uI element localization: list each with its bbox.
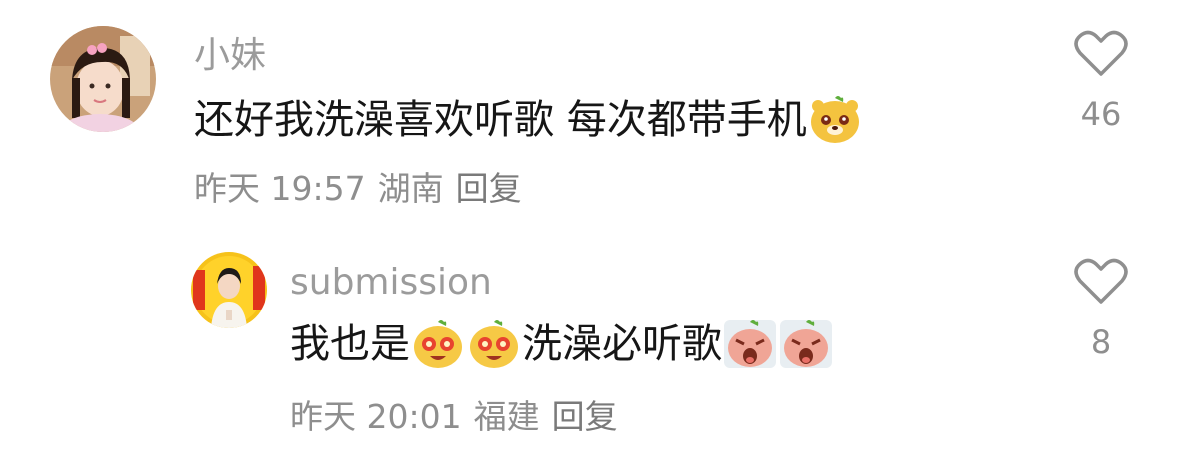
heart-icon <box>1074 258 1128 304</box>
comment-username[interactable]: submission <box>290 265 492 301</box>
comment-text: 还好我洗澡喜欢听歌 每次都带手机 <box>194 94 863 146</box>
comment-meta: 昨天 19:57 湖南 回复 <box>194 172 534 205</box>
crying-emoji-icon <box>780 318 832 370</box>
comment-username[interactable]: 小妹 <box>194 38 266 74</box>
heart-icon <box>1074 30 1128 76</box>
comment-body-end: 洗澡必听歌 <box>522 321 722 367</box>
comment-location: 湖南 <box>377 169 444 208</box>
star-eyes-emoji-icon <box>412 318 464 370</box>
like-button[interactable]: 8 <box>1061 258 1141 358</box>
reply-button[interactable]: 回复 <box>456 169 522 208</box>
like-count: 46 <box>1080 95 1122 133</box>
comment-body-start: 我也是 <box>290 321 410 367</box>
comment-time: 昨天 20:01 <box>290 397 462 436</box>
crying-emoji-icon <box>724 318 776 370</box>
comment-location: 福建 <box>473 397 540 436</box>
comment-time: 昨天 19:57 <box>194 169 366 208</box>
bear-emoji-icon <box>809 94 861 146</box>
comment-text: 我也是 洗澡必听歌 <box>290 318 834 370</box>
like-button[interactable]: 46 <box>1061 30 1141 130</box>
star-eyes-emoji-icon <box>468 318 520 370</box>
avatar[interactable] <box>191 252 267 328</box>
like-count: 8 <box>1090 323 1112 361</box>
avatar[interactable] <box>50 26 156 132</box>
comment-body: 还好我洗澡喜欢听歌 每次都带手机 <box>194 97 807 143</box>
comment-meta: 昨天 20:01 福建 回复 <box>290 400 630 433</box>
reply-button[interactable]: 回复 <box>552 397 618 436</box>
